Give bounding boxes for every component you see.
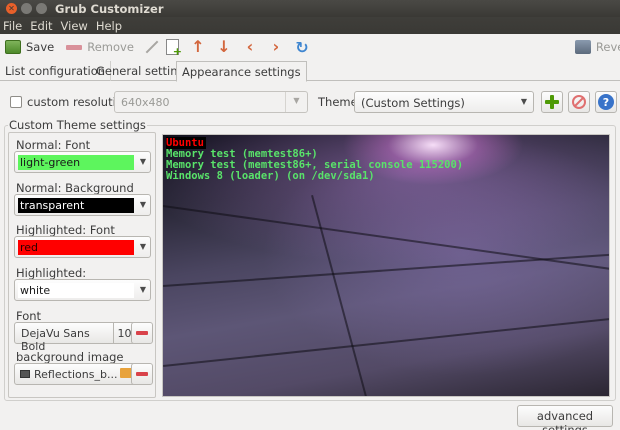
- pavement-seam: [163, 205, 609, 272]
- preview-entry: Windows 8 (loader) (on /dev/sda1): [166, 170, 375, 182]
- minimize-window-button[interactable]: [21, 3, 32, 14]
- maximize-window-button[interactable]: [36, 3, 47, 14]
- chevron-down-icon: ▼: [139, 157, 146, 166]
- remove-icon: [136, 372, 148, 376]
- normal-background-label: Normal: Background: [16, 181, 134, 195]
- help-icon: ?: [598, 94, 614, 110]
- settings-panel: Normal: Font light-green ▼ Normal: Backg…: [8, 132, 156, 398]
- pavement-seam: [163, 252, 609, 287]
- font-chooser-button[interactable]: DejaVu Sans Bold: [14, 322, 114, 353]
- remove-background-image-button[interactable]: [131, 363, 153, 385]
- move-right-icon: ›: [272, 37, 280, 56]
- refresh-button[interactable]: ↻: [291, 36, 313, 58]
- move-up-icon: ↑: [191, 37, 205, 56]
- background-image-chooser[interactable]: Reflections_b...: [14, 363, 136, 385]
- chevron-down-icon: ▼: [285, 92, 307, 112]
- new-entry-button[interactable]: [165, 36, 182, 58]
- move-left-icon: ‹: [246, 37, 254, 56]
- menu-bar: File Edit View Help: [0, 17, 620, 34]
- menu-file[interactable]: File: [3, 19, 22, 33]
- remove-icon: [136, 331, 148, 335]
- highlighted-font-swatch: red: [18, 240, 134, 255]
- remove-icon: [572, 95, 586, 109]
- background-image-filename: Reflections_b...: [34, 367, 118, 381]
- tab-appearance-settings[interactable]: Appearance settings: [176, 61, 307, 82]
- window-title: Grub Customizer: [55, 1, 164, 16]
- revert-icon: [574, 40, 591, 54]
- chevron-down-icon: ▼: [139, 242, 146, 251]
- edit-icon: [144, 39, 160, 55]
- normal-background-swatch: transparent: [18, 198, 134, 213]
- add-theme-button[interactable]: [541, 91, 563, 113]
- move-down-button[interactable]: ↓: [213, 36, 235, 58]
- move-up-button[interactable]: ↑: [187, 36, 209, 58]
- pavement-seam: [163, 315, 609, 367]
- add-icon: [545, 95, 559, 109]
- normal-background-color-combo[interactable]: transparent ▼: [14, 194, 151, 216]
- close-window-button[interactable]: ✕: [6, 3, 17, 14]
- chevron-down-icon: ▼: [139, 285, 146, 294]
- save-label: Save: [26, 40, 55, 54]
- resolution-value: 640x480: [121, 96, 170, 109]
- custom-resolution-checkbox[interactable]: [10, 96, 22, 108]
- highlighted-background-color-combo[interactable]: white ▼: [14, 279, 151, 301]
- save-button[interactable]: Save: [5, 36, 54, 58]
- chevron-down-icon: ▼: [139, 200, 146, 209]
- remove-icon: [66, 44, 83, 50]
- move-left-button[interactable]: ‹: [239, 36, 261, 58]
- highlighted-font-label: Highlighted: Font: [16, 223, 115, 237]
- move-right-button[interactable]: ›: [265, 36, 287, 58]
- background-image-label: background image: [16, 350, 124, 364]
- edit-button[interactable]: [144, 36, 160, 58]
- menu-help[interactable]: Help: [96, 19, 122, 33]
- resolution-theme-row: custom resolution: 640x480 ▼ Theme: (Cus…: [0, 90, 620, 116]
- move-down-icon: ↓: [217, 37, 231, 56]
- revert-button[interactable]: Revert: [574, 36, 620, 58]
- remove-label: Remove: [87, 40, 134, 54]
- theme-combo[interactable]: (Custom Settings) ▼: [354, 91, 534, 113]
- menu-edit[interactable]: Edit: [30, 19, 52, 33]
- refresh-icon: ↻: [295, 37, 309, 57]
- toolbar: Save Remove ↑ ↓ ‹ › ↻ Revert: [0, 34, 620, 60]
- new-entry-icon: [165, 39, 182, 58]
- help-button[interactable]: ?: [595, 91, 617, 113]
- tab-bar: List configuration General settings Appe…: [0, 61, 620, 82]
- resolution-combo[interactable]: 640x480 ▼: [114, 91, 308, 113]
- font-label: Font: [16, 309, 42, 323]
- remove-font-button[interactable]: [131, 322, 153, 344]
- normal-font-label: Normal: Font: [16, 138, 91, 152]
- title-bar: ✕ Grub Customizer: [0, 0, 620, 17]
- remove-theme-button[interactable]: [568, 91, 590, 113]
- advanced-settings-button[interactable]: advanced settings: [517, 405, 613, 430]
- normal-font-color-combo[interactable]: light-green ▼: [14, 151, 151, 173]
- pavement-seam: [311, 195, 370, 396]
- save-icon: [5, 40, 21, 54]
- remove-button[interactable]: Remove: [66, 36, 134, 58]
- highlighted-background-swatch: white: [18, 283, 134, 298]
- theme-value: (Custom Settings): [361, 96, 465, 110]
- image-icon: [20, 370, 30, 378]
- custom-theme-settings-label: Custom Theme settings: [8, 118, 147, 132]
- menu-view[interactable]: View: [61, 19, 88, 33]
- revert-label: Revert: [595, 40, 620, 54]
- chevron-down-icon: ▼: [520, 97, 527, 106]
- normal-font-swatch: light-green: [18, 155, 134, 170]
- theme-preview: Ubuntu Memory test (memtest86+) Memory t…: [162, 134, 610, 397]
- highlighted-font-color-combo[interactable]: red ▼: [14, 236, 151, 258]
